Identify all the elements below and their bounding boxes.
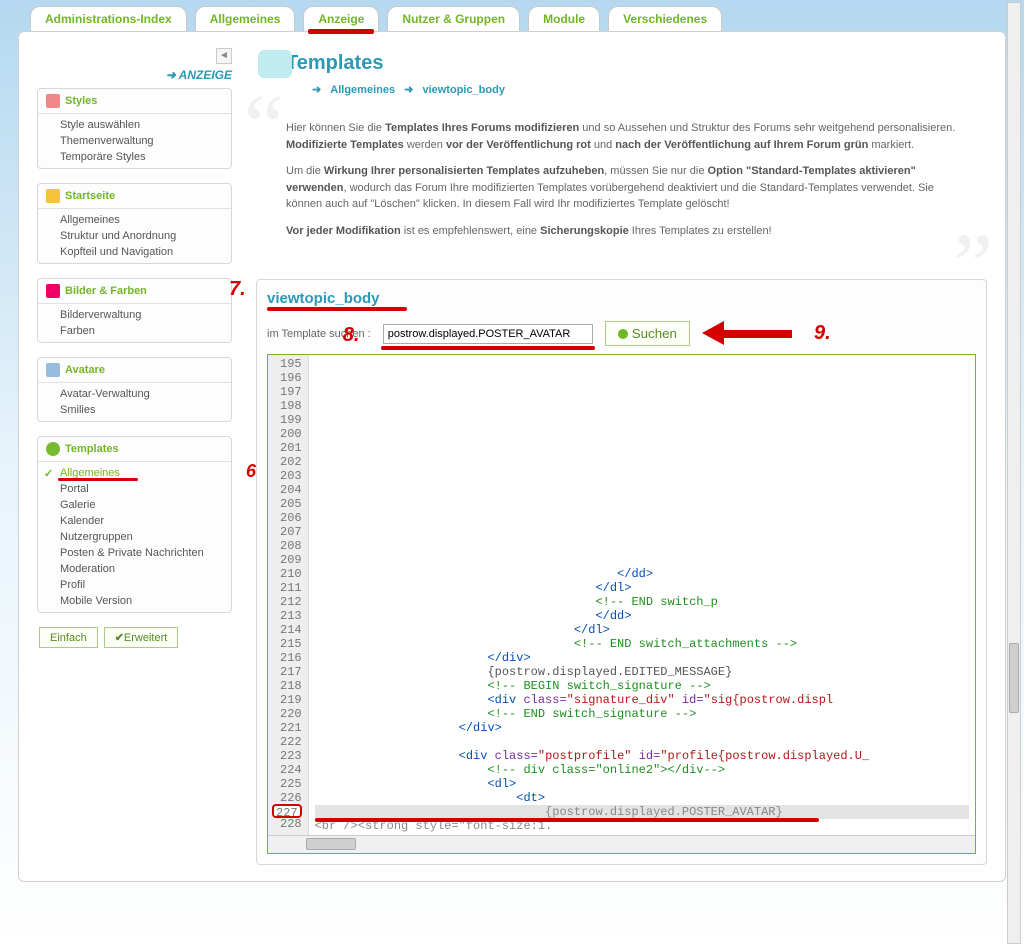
sidebar-item-struktur-und-anordnung[interactable]: Struktur und Anordnung	[38, 228, 231, 244]
sidebar-item-farben[interactable]: Farben	[38, 323, 231, 339]
tab-nutzer-gruppen[interactable]: Nutzer & Gruppen	[387, 6, 520, 31]
tab-verschiedenes[interactable]: Verschiedenes	[608, 6, 722, 31]
sidebar-panel-styles: Styles Style auswählenThemenverwaltungTem…	[37, 88, 232, 169]
sidebar-item-profil[interactable]: Profil	[38, 577, 231, 593]
quote-left-icon: “	[244, 82, 284, 172]
breadcrumb-link-1[interactable]: Allgemeines	[330, 84, 395, 96]
line-gutter: 1951961971981992002012022032042052062072…	[268, 355, 309, 835]
page-title: Templates	[256, 48, 987, 75]
sidebar-item-portal[interactable]: Portal	[38, 481, 231, 497]
template-search-input[interactable]	[383, 324, 593, 344]
annotation-7: 7.	[229, 278, 246, 301]
editor-title: viewtopic_body	[267, 290, 976, 307]
sidebar-panel-startseite: Startseite AllgemeinesStruktur und Anordn…	[37, 183, 232, 264]
tab-anzeige[interactable]: Anzeige	[303, 6, 379, 31]
sidebar-panel-bilder-farben: Bilder & Farben BilderverwaltungFarben	[37, 278, 232, 343]
annotation-8: 8.	[343, 324, 360, 347]
sidebar-panel-title: Styles	[65, 95, 97, 107]
sidebar-prev-button[interactable]: ◄	[216, 48, 232, 64]
annotation-9: 9.	[814, 322, 831, 345]
code-content[interactable]: </dd> </dl> <!-- END switch_p </dd> </dl…	[309, 355, 975, 835]
template-editor-panel: 7. viewtopic_body im Template suchen : 8…	[256, 279, 987, 865]
palette-icon	[46, 94, 60, 108]
top-tabs: Administrations-Index Allgemeines Anzeige N…	[18, 6, 1006, 31]
avatar-icon	[46, 363, 60, 377]
tab-allgemeines[interactable]: Allgemeines	[195, 6, 296, 31]
page-scrollbar[interactable]	[1007, 2, 1021, 944]
image-icon	[46, 284, 60, 298]
sidebar-panel-avatare: Avatare Avatar-VerwaltungSmilies	[37, 357, 232, 422]
plus-icon	[46, 442, 60, 456]
sidebar-item-bilderverwaltung[interactable]: Bilderverwaltung	[38, 307, 231, 323]
sidebar-item-smilies[interactable]: Smilies	[38, 402, 231, 418]
sidebar-item-galerie[interactable]: Galerie	[38, 497, 231, 513]
bullet-icon	[618, 329, 628, 339]
scroll-thumb[interactable]	[306, 838, 356, 850]
sidebar-item-tempor-re-styles[interactable]: Temporäre Styles	[38, 149, 231, 165]
scroll-thumb[interactable]	[1009, 643, 1019, 713]
sidebar-item-themenverwaltung[interactable]: Themenverwaltung	[38, 133, 231, 149]
check-icon: ✔	[115, 632, 124, 644]
sidebar-item-kopfteil-und-navigation[interactable]: Kopfteil und Navigation	[38, 244, 231, 260]
sidebar-item-kalender[interactable]: Kalender	[38, 513, 231, 529]
sidebar-item-moderation[interactable]: Moderation	[38, 561, 231, 577]
code-editor[interactable]: 1951961971981992002012022032042052062072…	[267, 354, 976, 854]
sidebar-item-mobile-version[interactable]: Mobile Version	[38, 593, 231, 609]
annotation-arrow	[702, 324, 802, 344]
sidebar-panel-templates: Templates Allgemeines6.PortalGalerieKalen…	[37, 436, 232, 613]
title-decoration	[258, 50, 292, 78]
sidebar-panel-title: Avatare	[65, 364, 105, 376]
breadcrumb-link-2[interactable]: viewtopic_body	[422, 84, 505, 96]
sidebar-item-style-ausw-hlen[interactable]: Style auswählen	[38, 117, 231, 133]
sidebar-panel-title: Startseite	[65, 190, 115, 202]
editor-h-scrollbar[interactable]	[268, 835, 975, 853]
breadcrumb: ➜ Allgemeines ➜ viewtopic_body	[256, 83, 987, 96]
mode-advanced-button[interactable]: ✔Erweitert	[104, 627, 179, 648]
world-icon	[46, 189, 60, 203]
sidebar-item-posten-private-nachrichten[interactable]: Posten & Private Nachrichten	[38, 545, 231, 561]
sidebar-item-allgemeines[interactable]: Allgemeines6.	[38, 465, 231, 481]
sidebar-item-allgemeines[interactable]: Allgemeines	[38, 212, 231, 228]
sidebar-item-nutzergruppen[interactable]: Nutzergruppen	[38, 529, 231, 545]
tab-administrations-index[interactable]: Administrations-Index	[30, 6, 187, 31]
sidebar-item-avatar-verwaltung[interactable]: Avatar-Verwaltung	[38, 386, 231, 402]
sidebar-panel-title: Templates	[65, 443, 119, 455]
search-button[interactable]: Suchen	[605, 321, 690, 346]
mode-simple-button[interactable]: Einfach	[39, 627, 98, 648]
sidebar-crumb: ➜ ANZEIGE	[166, 68, 232, 82]
sidebar-panel-title: Bilder & Farben	[65, 285, 147, 297]
tab-module[interactable]: Module	[528, 6, 600, 31]
intro-box: “ Hier können Sie die Templates Ihres Fo…	[256, 108, 987, 261]
